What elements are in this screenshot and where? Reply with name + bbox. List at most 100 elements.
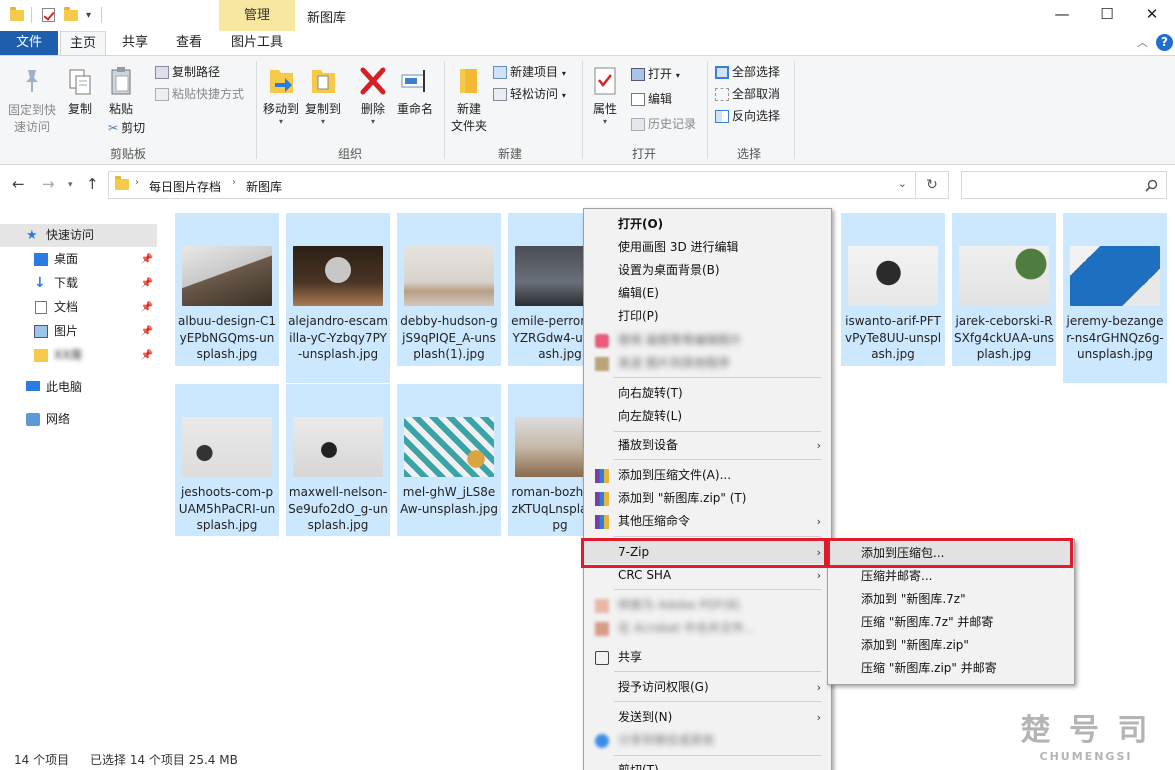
file-item[interactable]: maxwell-nelson-Se9ufo2dO_g-unsplash.jpg xyxy=(286,384,390,536)
close-button[interactable]: ✕ xyxy=(1129,0,1175,31)
paste-shortcut-button[interactable]: 粘贴快捷方式 xyxy=(155,86,255,103)
select-all-button[interactable]: 全部选择 xyxy=(715,64,790,81)
pin-icon[interactable]: 📌 xyxy=(141,320,153,343)
help-icon[interactable]: ? xyxy=(1156,34,1173,51)
open-button[interactable]: 打开 ▾ xyxy=(631,66,701,84)
status-count: 14 个项目 xyxy=(14,753,70,767)
menu-item-other-compress[interactable]: 其他压缩命令 › xyxy=(584,510,831,533)
delete-button[interactable]: 删除 ▾ xyxy=(356,66,390,126)
menu-item-blurred[interactable]: 使用 画图等等编辑图片 xyxy=(584,329,831,352)
menu-item-add-archive[interactable]: 添加到压缩文件(A)... xyxy=(584,464,831,487)
menu-item-rotate-left[interactable]: 向左旋转(L) xyxy=(584,405,831,428)
paste-button[interactable]: 粘贴 xyxy=(105,66,137,118)
easy-access-button[interactable]: 轻松访问 ▾ xyxy=(493,86,578,104)
menu-item-grant-access[interactable]: 授予访问权限(G) › xyxy=(584,676,831,699)
search-box[interactable] xyxy=(961,171,1167,199)
tab-file[interactable]: 文件 xyxy=(0,31,58,55)
move-to-button[interactable]: 移动到 ▾ xyxy=(262,66,300,126)
tab-view[interactable]: 查看 xyxy=(166,31,212,55)
submenu-compress-zip-email[interactable]: 压缩 "新图库.zip" 并邮寄 xyxy=(828,657,1074,680)
recent-locations-icon[interactable]: ▾ xyxy=(68,180,73,190)
refresh-button[interactable]: ↻ xyxy=(916,171,949,199)
new-folder-button[interactable]: 新建 文件夹 xyxy=(447,66,491,135)
rename-button[interactable]: 重命名 xyxy=(394,66,436,118)
back-icon[interactable]: ← xyxy=(12,175,25,193)
forward-icon[interactable]: → xyxy=(42,175,55,193)
nav-item-documents[interactable]: 文档 📌 xyxy=(0,296,157,319)
copy-path-button[interactable]: 复制路径 xyxy=(155,64,245,81)
nav-this-pc[interactable]: 此电脑 xyxy=(0,376,157,399)
file-item[interactable]: iswanto-arif-PFTvPyTe8UU-unsplash.jpg xyxy=(841,213,945,366)
easy-access-label: 轻松访问 xyxy=(510,87,559,101)
file-name: jeshoots-com-pUAM5hPaCRI-unsplash.jpg xyxy=(178,485,276,533)
nav-quick-access[interactable]: ★ 快速访问 xyxy=(0,224,157,247)
address-bar[interactable]: › 每日图片存档 › 新图库 ⌄ xyxy=(108,171,916,199)
menu-item-send-to[interactable]: 发送到(N) › xyxy=(584,706,831,729)
invert-selection-button[interactable]: 反向选择 xyxy=(715,108,790,125)
file-item[interactable]: mel-ghW_jLS8eAw-unsplash.jpg xyxy=(397,384,501,536)
breadcrumb-archive[interactable]: 每日图片存档 xyxy=(149,178,221,195)
file-item[interactable]: jeremy-bezanger-ns4rGHNQz6g-unsplash.jpg xyxy=(1063,213,1167,383)
submenu-compress-7z-email[interactable]: 压缩 "新图库.7z" 并邮寄 xyxy=(828,611,1074,634)
menu-item-print[interactable]: 打印(P) xyxy=(584,305,831,328)
new-folder-icon[interactable] xyxy=(64,6,78,24)
pin-icon[interactable]: 📌 xyxy=(141,344,153,367)
submenu-add-zip[interactable]: 添加到 "新图库.zip" xyxy=(828,634,1074,657)
file-item[interactable]: alejandro-escamilla-yC-Yzbqy7PY-unsplash… xyxy=(286,213,390,383)
edit-button[interactable]: 编辑 xyxy=(631,91,701,108)
nav-network[interactable]: 网络 xyxy=(0,408,157,431)
menu-item-add-zip[interactable]: 添加到 "新图库.zip" (T) xyxy=(584,487,831,510)
submenu-add-7z[interactable]: 添加到 "新图库.7z" xyxy=(828,588,1074,611)
file-item[interactable]: debby-hudson-gjS9qPIQE_A-unsplash(1).jpg xyxy=(397,213,501,366)
menu-item-blurred[interactable]: 转换为 Adobe PDF(B) xyxy=(584,594,831,617)
minimize-button[interactable]: — xyxy=(1039,0,1085,31)
submenu-compress-email[interactable]: 压缩并邮寄... xyxy=(828,565,1074,588)
rename-icon xyxy=(401,70,425,92)
file-item[interactable]: jarek-ceborski-RSXfg4ckUAA-unsplash.jpg xyxy=(952,213,1056,366)
invert-selection-icon xyxy=(715,110,729,123)
customize-toolbar-icon[interactable]: ▾ xyxy=(86,6,91,24)
copy-to-button[interactable]: 复制到 ▾ xyxy=(304,66,342,126)
menu-item-cast[interactable]: 播放到设备 › xyxy=(584,434,831,457)
status-selected: 已选择 14 个项目 25.4 MB xyxy=(90,753,238,767)
nav-item-library[interactable]: XX库 📌 xyxy=(0,344,157,367)
ribbon-tabs: 文件 主页 共享 查看 图片工具 ︿ ? xyxy=(0,31,1175,55)
menu-item-blurred[interactable]: 发送 图片到其他程序 xyxy=(584,352,831,375)
nav-item-desktop[interactable]: 桌面 📌 xyxy=(0,248,157,271)
pin-icon[interactable]: 📌 xyxy=(141,272,153,295)
menu-item-open[interactable]: 打开(O) xyxy=(584,213,831,236)
tab-home[interactable]: 主页 xyxy=(60,31,106,55)
menu-item-share[interactable]: 共享 xyxy=(584,646,831,669)
collapse-ribbon-icon[interactable]: ︿ xyxy=(1137,34,1148,50)
tab-share[interactable]: 共享 xyxy=(112,31,158,55)
properties-button[interactable]: 属性 ▾ xyxy=(588,66,622,126)
file-item[interactable]: jeshoots-com-pUAM5hPaCRI-unsplash.jpg xyxy=(175,384,279,536)
new-item-button[interactable]: 新建项目 ▾ xyxy=(493,64,578,82)
menu-item-blurred[interactable]: 在 Acrobat 中合并文件... xyxy=(584,617,831,640)
pin-icon[interactable]: 📌 xyxy=(141,296,153,319)
copy-icon xyxy=(69,69,91,95)
menu-item-paint3d[interactable]: 使用画图 3D 进行编辑 xyxy=(584,236,831,259)
file-item[interactable]: albuu-design-C1yEPbNGQms-unsplash.jpg xyxy=(175,213,279,366)
scissors-icon: ✂ xyxy=(108,121,119,135)
breadcrumb-current[interactable]: 新图库 xyxy=(246,178,282,195)
properties-check-icon[interactable] xyxy=(42,6,55,24)
history-button[interactable]: 历史记录 xyxy=(631,116,706,133)
cut-button[interactable]: ✂ 剪切 xyxy=(108,120,158,137)
manage-context-tab[interactable]: 管理 xyxy=(219,0,295,31)
paste-label: 粘贴 xyxy=(108,102,133,116)
up-icon[interactable]: ↑ xyxy=(86,175,99,193)
maximize-button[interactable]: ☐ xyxy=(1084,0,1130,31)
menu-item-edit[interactable]: 编辑(E) xyxy=(584,282,831,305)
menu-item-set-background[interactable]: 设置为桌面背景(B) xyxy=(584,259,831,282)
tab-picture-tools[interactable]: 图片工具 xyxy=(219,31,295,55)
select-none-button[interactable]: 全部取消 xyxy=(715,86,790,103)
copy-button[interactable]: 复制 xyxy=(64,68,96,118)
search-input[interactable] xyxy=(966,176,1136,194)
nav-item-downloads[interactable]: ↓ 下载 📌 xyxy=(0,272,157,295)
menu-item-rotate-right[interactable]: 向右旋转(T) xyxy=(584,382,831,405)
pin-icon[interactable]: 📌 xyxy=(141,248,153,271)
chevron-down-icon[interactable]: ⌄ xyxy=(898,177,907,190)
nav-item-pictures[interactable]: 图片 📌 xyxy=(0,320,157,343)
pin-quick-access-button[interactable]: 固定到快速访问 xyxy=(6,68,58,136)
